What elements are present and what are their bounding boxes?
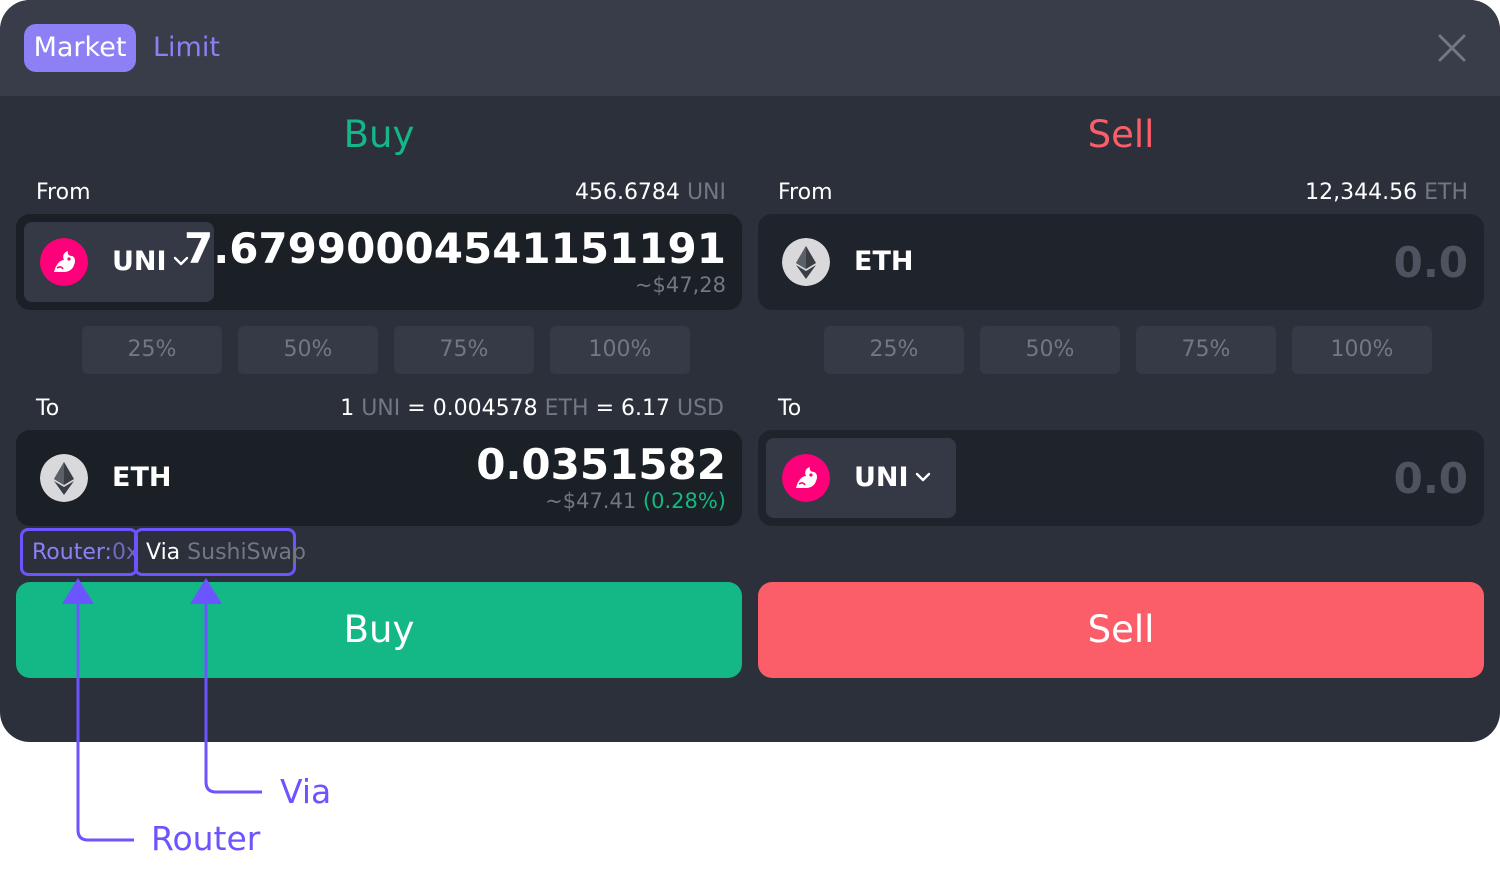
rate-eq1: = [407, 396, 426, 421]
buy-balance: 456.6784 UNI [575, 178, 726, 208]
buy-pct-50[interactable]: 50% [238, 326, 378, 374]
sell-balance-value: 12,344.56 [1305, 180, 1418, 205]
buy-to-fiat-value: ~$47.41 [545, 489, 637, 513]
ethereum-logo-icon [40, 454, 88, 502]
buy-button[interactable]: Buy [16, 582, 742, 678]
via-callout-label: Via [280, 772, 332, 811]
via-label: Via [146, 540, 181, 565]
ethereum-logo-icon [782, 238, 830, 286]
buy-to-token: ETH [24, 438, 214, 518]
buy-from-token-name: UNI [112, 246, 167, 277]
buy-balance-value: 456.6784 [574, 180, 680, 205]
sell-to-label: To [778, 396, 802, 421]
sell-from-token: ETH [766, 222, 956, 302]
trade-panel: Market Limit Buy From 456.6784 UNI UNI 7… [0, 0, 1500, 742]
uniswap-logo-icon [40, 238, 88, 286]
close-icon[interactable] [1432, 32, 1472, 64]
buy-from-amount[interactable]: 7.67990004541151191 [184, 224, 726, 274]
via-tag: Via SushiSwap [134, 528, 306, 576]
order-type-bar: Market Limit [0, 0, 1500, 96]
sell-pct-25[interactable]: 25% [824, 326, 964, 374]
sell-column-title: Sell [1087, 113, 1155, 156]
buy-pct-75[interactable]: 75% [394, 326, 534, 374]
chevron-down-icon [915, 472, 931, 482]
sell-balance-unit: ETH [1424, 180, 1468, 205]
tab-limit[interactable]: Limit [153, 24, 220, 72]
tab-market[interactable]: Market [24, 24, 136, 72]
sell-from-amount[interactable]: 0.0 [1394, 238, 1468, 288]
buy-column-title: Buy [343, 113, 415, 156]
rate-c: 6.17 [621, 396, 670, 421]
sell-from-token-name: ETH [854, 246, 914, 277]
via-value: SushiSwap [187, 540, 307, 565]
rate-eq2: = [595, 396, 614, 421]
sell-to-token-select[interactable]: UNI [766, 438, 956, 518]
sell-from-field: ETH 0.0 [758, 214, 1484, 310]
sell-pct-50[interactable]: 50% [980, 326, 1120, 374]
buy-to-change: (0.28%) [642, 489, 726, 513]
uniswap-logo-icon [782, 454, 830, 502]
buy-from-fiat: ~$47,28 [634, 273, 726, 297]
sell-to-token-name: UNI [854, 462, 909, 493]
router-label: Router: [32, 540, 112, 565]
sell-pct-100[interactable]: 100% [1292, 326, 1432, 374]
rate-c-unit: USD [676, 396, 724, 421]
sell-from-label: From [778, 180, 833, 205]
buy-to-token-name: ETH [112, 462, 172, 493]
router-callout-label: Router [151, 819, 261, 858]
sell-balance: 12,344.56 ETH [1305, 178, 1468, 208]
sell-button[interactable]: Sell [758, 582, 1484, 678]
sell-to-amount: 0.0 [1393, 454, 1468, 503]
sell-pct-75[interactable]: 75% [1136, 326, 1276, 374]
buy-pct-100[interactable]: 100% [550, 326, 690, 374]
buy-balance-unit: UNI [686, 180, 726, 205]
buy-to-amount: 0.0351582 [476, 440, 726, 489]
exchange-rate: 1 UNI = 0.004578 ETH = 6.17 USD [340, 394, 724, 424]
buy-pct-25[interactable]: 25% [82, 326, 222, 374]
buy-to-label: To [36, 396, 60, 421]
sell-to-field: UNI 0.0 [758, 430, 1484, 526]
rate-b: 0.004578 [432, 396, 538, 421]
router-tag: Router:0x [20, 528, 139, 576]
buy-to-fiat: ~$47.41 (0.28%) [545, 488, 726, 514]
buy-to-field: ETH 0.0351582 ~$47.41 (0.28%) [16, 430, 742, 526]
buy-from-label: From [36, 180, 91, 205]
rate-a: 1 [340, 396, 355, 421]
rate-a-unit: UNI [361, 396, 401, 421]
buy-from-field: UNI 7.67990004541151191 ~$47,28 [16, 214, 742, 310]
rate-b-unit: ETH [544, 396, 589, 421]
